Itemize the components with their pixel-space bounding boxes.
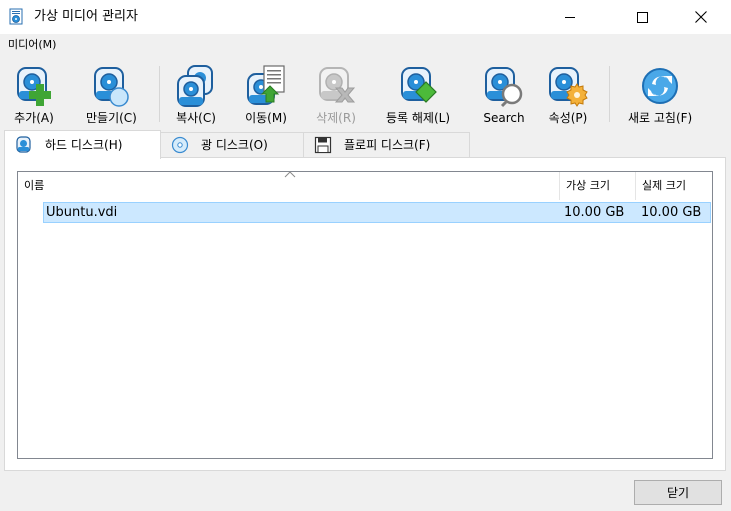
toolbar-separator (609, 66, 610, 122)
disk-search-icon (482, 64, 526, 108)
tab-hard-disks[interactable]: 하드 디스크(H) (4, 130, 161, 159)
disk-properties-icon (546, 64, 590, 108)
copy-label: 복사(C) (176, 111, 216, 125)
toolbar: 추가(A) 만들기(C) 복사(C) 이동(M) 삭제(R) 등록 해제(L) … (0, 60, 731, 128)
disk-copy-icon (174, 64, 218, 108)
minimize-button[interactable] (547, 0, 593, 34)
disk-add-icon (12, 64, 56, 108)
copy-button[interactable]: 복사(C) (174, 64, 218, 126)
column-header-actual-size[interactable]: 실제 크기 (636, 172, 712, 200)
close-icon (695, 11, 707, 23)
create-button[interactable]: 만들기(C) (86, 64, 137, 126)
refresh-label: 새로 고침(F) (628, 111, 693, 125)
menu-bar: 미디어(M) (0, 34, 731, 56)
close-window-button[interactable] (678, 0, 724, 34)
properties-label: 속성(P) (548, 111, 588, 125)
remove-label: 삭제(R) (316, 111, 356, 125)
move-label: 이동(M) (245, 111, 287, 125)
virtualbox-app-icon (8, 8, 26, 26)
floppy-disk-icon (314, 136, 332, 154)
window-title: 가상 미디어 관리자 (34, 9, 138, 24)
refresh-icon (638, 64, 682, 108)
sort-ascending-icon (284, 172, 296, 178)
disk-move-icon (244, 64, 288, 108)
minimize-icon (565, 17, 575, 18)
tab-floppy-disks[interactable]: 플로피 디스크(F) (303, 132, 470, 157)
create-label: 만들기(C) (86, 111, 137, 125)
tab-hard-disks-label: 하드 디스크(H) (45, 138, 123, 152)
tab-panel: 이름 가상 크기 실제 크기 Ubuntu.vdi 10.00 GB 10.00… (4, 157, 726, 471)
column-header-virtual-size[interactable]: 가상 크기 (560, 172, 636, 200)
hard-disk-icon (16, 136, 31, 153)
search-button[interactable]: Search (482, 64, 526, 126)
move-button[interactable]: 이동(M) (244, 64, 288, 126)
disk-release-icon (396, 64, 440, 108)
search-label: Search (483, 111, 525, 125)
release-label: 등록 해제(L) (386, 111, 451, 125)
table-row[interactable]: Ubuntu.vdi 10.00 GB 10.00 GB (43, 202, 711, 223)
maximize-button[interactable] (619, 0, 665, 34)
media-tabs: 하드 디스크(H) 광 디스크(O) 플로피 디스크(F) (0, 130, 731, 159)
maximize-icon (636, 11, 648, 23)
release-button[interactable]: 등록 해제(L) (386, 64, 450, 126)
remove-button[interactable]: 삭제(R) (314, 64, 358, 126)
disk-remove-icon (314, 64, 358, 108)
tab-floppy-disks-label: 플로피 디스크(F) (344, 138, 431, 152)
list-header: 이름 가상 크기 실제 크기 (18, 172, 712, 201)
title-bar: 가상 미디어 관리자 (0, 0, 731, 34)
tab-optical-disks-label: 광 디스크(O) (201, 138, 268, 152)
menu-media[interactable]: 미디어(M) (8, 38, 56, 52)
cell-virtual-size: 10.00 GB (564, 205, 625, 220)
media-list[interactable]: 이름 가상 크기 실제 크기 Ubuntu.vdi 10.00 GB 10.00… (17, 171, 713, 459)
add-button[interactable]: 추가(A) (12, 64, 56, 126)
tab-optical-disks[interactable]: 광 디스크(O) (160, 132, 304, 157)
add-label: 추가(A) (14, 111, 54, 125)
close-button[interactable]: 닫기 (634, 480, 722, 505)
cell-name: Ubuntu.vdi (46, 205, 118, 220)
toolbar-separator (159, 66, 160, 122)
refresh-button[interactable]: 새로 고침(F) (628, 64, 692, 126)
cell-actual-size: 10.00 GB (641, 205, 702, 220)
disk-create-icon (89, 64, 133, 108)
properties-button[interactable]: 속성(P) (546, 64, 590, 126)
optical-disk-icon (171, 136, 189, 154)
